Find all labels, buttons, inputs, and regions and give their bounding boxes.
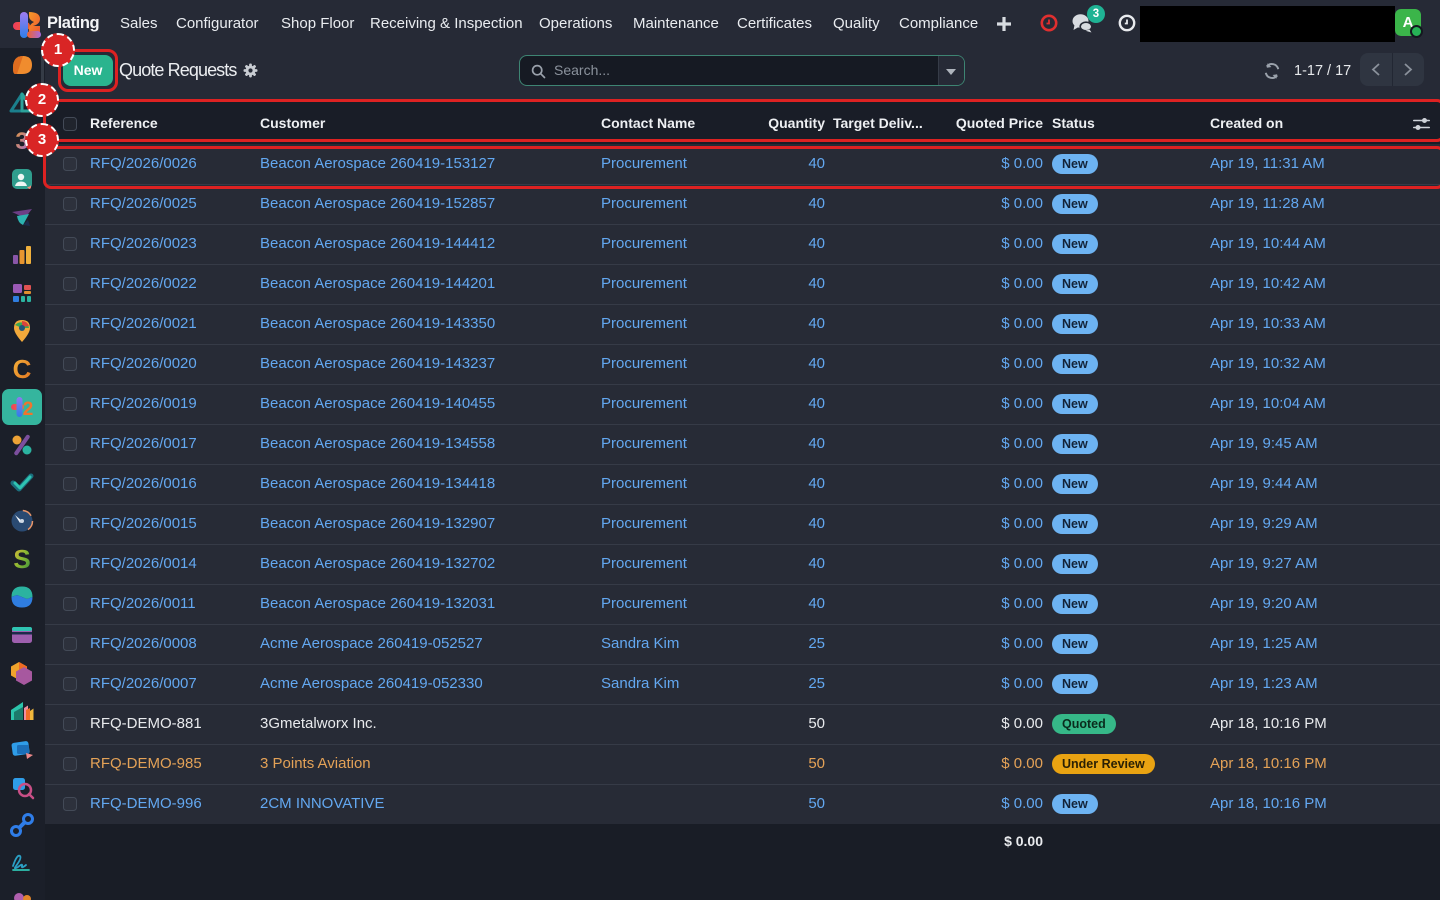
- svg-text:2: 2: [23, 399, 34, 420]
- svg-text:C: C: [13, 356, 32, 382]
- svg-text:S: S: [13, 546, 30, 572]
